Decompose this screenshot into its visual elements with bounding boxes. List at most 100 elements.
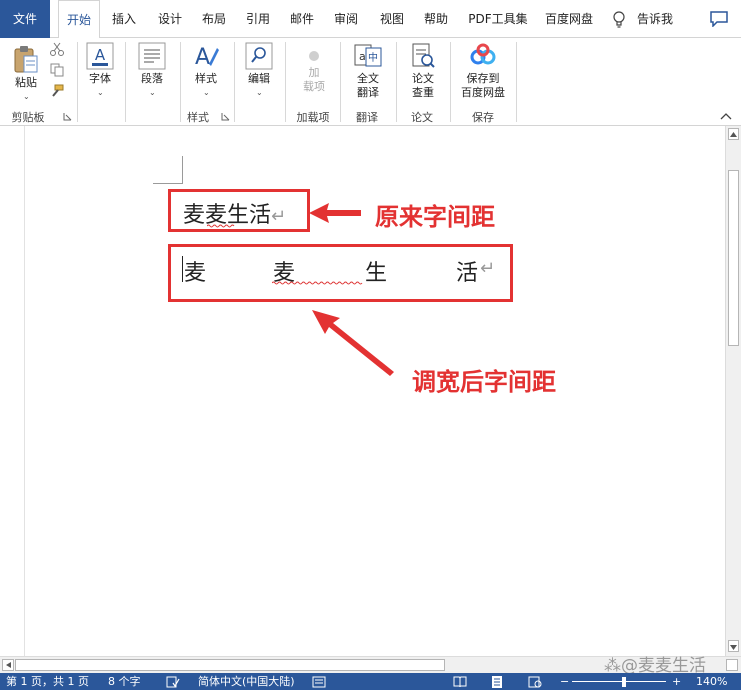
- web-layout-icon[interactable]: [528, 676, 542, 688]
- paper-check-button[interactable]: 论文 查重: [403, 42, 443, 100]
- spelling-squiggle: [272, 281, 363, 285]
- cut-icon[interactable]: [49, 42, 65, 56]
- tab-6[interactable]: 邮件: [282, 0, 322, 38]
- group-label-translate: 翻译: [356, 111, 378, 124]
- addins-button[interactable]: 加 载项: [294, 48, 334, 94]
- group-separator: [340, 42, 341, 122]
- group-separator: [396, 42, 397, 122]
- arrow-icon: [309, 203, 361, 223]
- zoom-level[interactable]: 140%: [696, 673, 727, 690]
- group-label-addins: 加载项: [296, 111, 330, 124]
- group-separator: [516, 42, 517, 122]
- group-separator: [125, 42, 126, 122]
- font-color-icon: A: [86, 42, 114, 70]
- styles-icon: A: [195, 45, 219, 70]
- ribbon-tab-bar: 文件 开始 插入 设计 布局 引用 邮件 审阅 视图 帮助 PDF工具集 百度网盘 告诉我: [0, 0, 741, 39]
- paste-dropdown-icon[interactable]: ⌄: [23, 92, 30, 101]
- group-separator: [450, 42, 451, 122]
- translate-icon: a 中: [354, 44, 382, 67]
- margin-corner-mark: [153, 183, 183, 184]
- scroll-down-arrow-icon: [730, 645, 737, 650]
- group-separator: [285, 42, 286, 122]
- group-label-styles: 样式: [187, 111, 209, 124]
- styles-launcher-icon[interactable]: [221, 112, 230, 121]
- page-count[interactable]: 第 1 页，共 1 页: [6, 673, 89, 690]
- tab-2[interactable]: 插入: [104, 0, 144, 38]
- svg-text:a: a: [359, 50, 366, 63]
- language[interactable]: 简体中文(中国大陆): [198, 673, 295, 690]
- tab-1[interactable]: 开始: [58, 0, 100, 39]
- baidu-netdisk-icon: [470, 43, 496, 65]
- text-cursor: [182, 256, 183, 282]
- vertical-scroll-thumb[interactable]: [728, 170, 739, 346]
- group-separator: [77, 42, 78, 122]
- font-button[interactable]: A 字体: [82, 42, 118, 86]
- clipboard-launcher-icon[interactable]: [63, 112, 72, 121]
- line2-char-4[interactable]: 活: [456, 255, 478, 287]
- save-to-baidu-label-1: 保存到: [466, 72, 500, 85]
- paragraph-button[interactable]: 段落: [132, 42, 172, 86]
- paste-icon: [14, 46, 38, 73]
- svg-text:A: A: [195, 45, 210, 70]
- tab-3[interactable]: 设计: [150, 0, 190, 38]
- lightbulb-icon[interactable]: [612, 11, 626, 29]
- svg-text:中: 中: [368, 51, 378, 64]
- tab-0[interactable]: 文件: [0, 0, 50, 38]
- paper-check-label-2: 查重: [412, 86, 434, 99]
- font-label: 字体: [89, 72, 111, 85]
- tab-8[interactable]: 视图: [372, 0, 412, 38]
- tab-11[interactable]: 百度网盘: [538, 0, 600, 38]
- styles-label: 样式: [195, 72, 217, 85]
- paper-check-label-1: 论文: [412, 72, 434, 85]
- editing-button[interactable]: 编辑: [240, 42, 278, 86]
- tab-4[interactable]: 布局: [194, 0, 234, 38]
- styles-dropdown-icon[interactable]: ⌄: [203, 88, 210, 97]
- print-layout-icon[interactable]: [490, 676, 504, 688]
- zoom-slider-track[interactable]: [572, 681, 666, 682]
- zoom-in-button[interactable]: +: [672, 673, 681, 690]
- format-painter-icon[interactable]: [49, 84, 65, 98]
- vertical-scrollbar[interactable]: [725, 126, 741, 656]
- paragraph-label: 段落: [141, 72, 163, 85]
- paragraph-icon: [138, 42, 166, 70]
- editing-dropdown-icon[interactable]: ⌄: [256, 88, 263, 97]
- comment-icon[interactable]: [710, 11, 728, 27]
- scroll-up-arrow-icon: [730, 132, 737, 137]
- ribbon: 粘贴 ⌄ 剪贴板 A 字体 ⌄ 段落 ⌄ A 样式 ⌄ 样式 编辑 ⌄ 加 载项…: [0, 38, 741, 126]
- word-count[interactable]: 8 个字: [108, 673, 141, 690]
- horizontal-scroll-thumb[interactable]: [15, 659, 445, 671]
- group-separator: [180, 42, 181, 122]
- addins-icon: [309, 51, 319, 61]
- styles-button[interactable]: A 样式: [186, 42, 226, 86]
- proofing-icon[interactable]: [166, 676, 180, 688]
- paragraph-dropdown-icon[interactable]: ⌄: [149, 88, 156, 97]
- zoom-out-button[interactable]: −: [560, 673, 569, 690]
- tab-9[interactable]: 帮助: [416, 0, 456, 38]
- tab-7[interactable]: 审阅: [326, 0, 366, 38]
- line2-char-3[interactable]: 生: [365, 255, 387, 287]
- group-separator: [234, 42, 235, 122]
- spelling-squiggle: [207, 224, 235, 228]
- tab-10[interactable]: PDF工具集: [464, 0, 532, 38]
- collapse-ribbon-icon[interactable]: [720, 111, 732, 121]
- tab-5[interactable]: 引用: [238, 0, 278, 38]
- annotation-original-spacing: 原来字间距: [375, 203, 495, 231]
- zoom-slider-thumb[interactable]: [622, 677, 626, 687]
- copy-icon[interactable]: [49, 63, 65, 77]
- group-label-clipboard: 剪贴板: [11, 111, 45, 124]
- accessibility-icon[interactable]: [312, 676, 326, 688]
- save-to-baidu-button[interactable]: 保存到 百度网盘: [455, 42, 511, 100]
- paper-check-icon: [412, 43, 435, 68]
- arrow-icon: [312, 310, 394, 376]
- scroll-right-button[interactable]: [726, 659, 738, 671]
- read-mode-icon[interactable]: [453, 676, 467, 688]
- paste-button[interactable]: 粘贴: [6, 44, 46, 90]
- status-bar: 第 1 页，共 1 页 8 个字 简体中文(中国大陆) − + 140%: [0, 673, 741, 690]
- translate-label-2: 翻译: [357, 86, 379, 99]
- tab-12[interactable]: 告诉我: [632, 0, 678, 38]
- line2-char-1[interactable]: 麦: [184, 255, 206, 287]
- translate-button[interactable]: a 中 全文 翻译: [348, 42, 388, 100]
- group-label-paper: 论文: [411, 111, 433, 124]
- translate-label-1: 全文: [357, 72, 379, 85]
- font-dropdown-icon[interactable]: ⌄: [97, 88, 104, 97]
